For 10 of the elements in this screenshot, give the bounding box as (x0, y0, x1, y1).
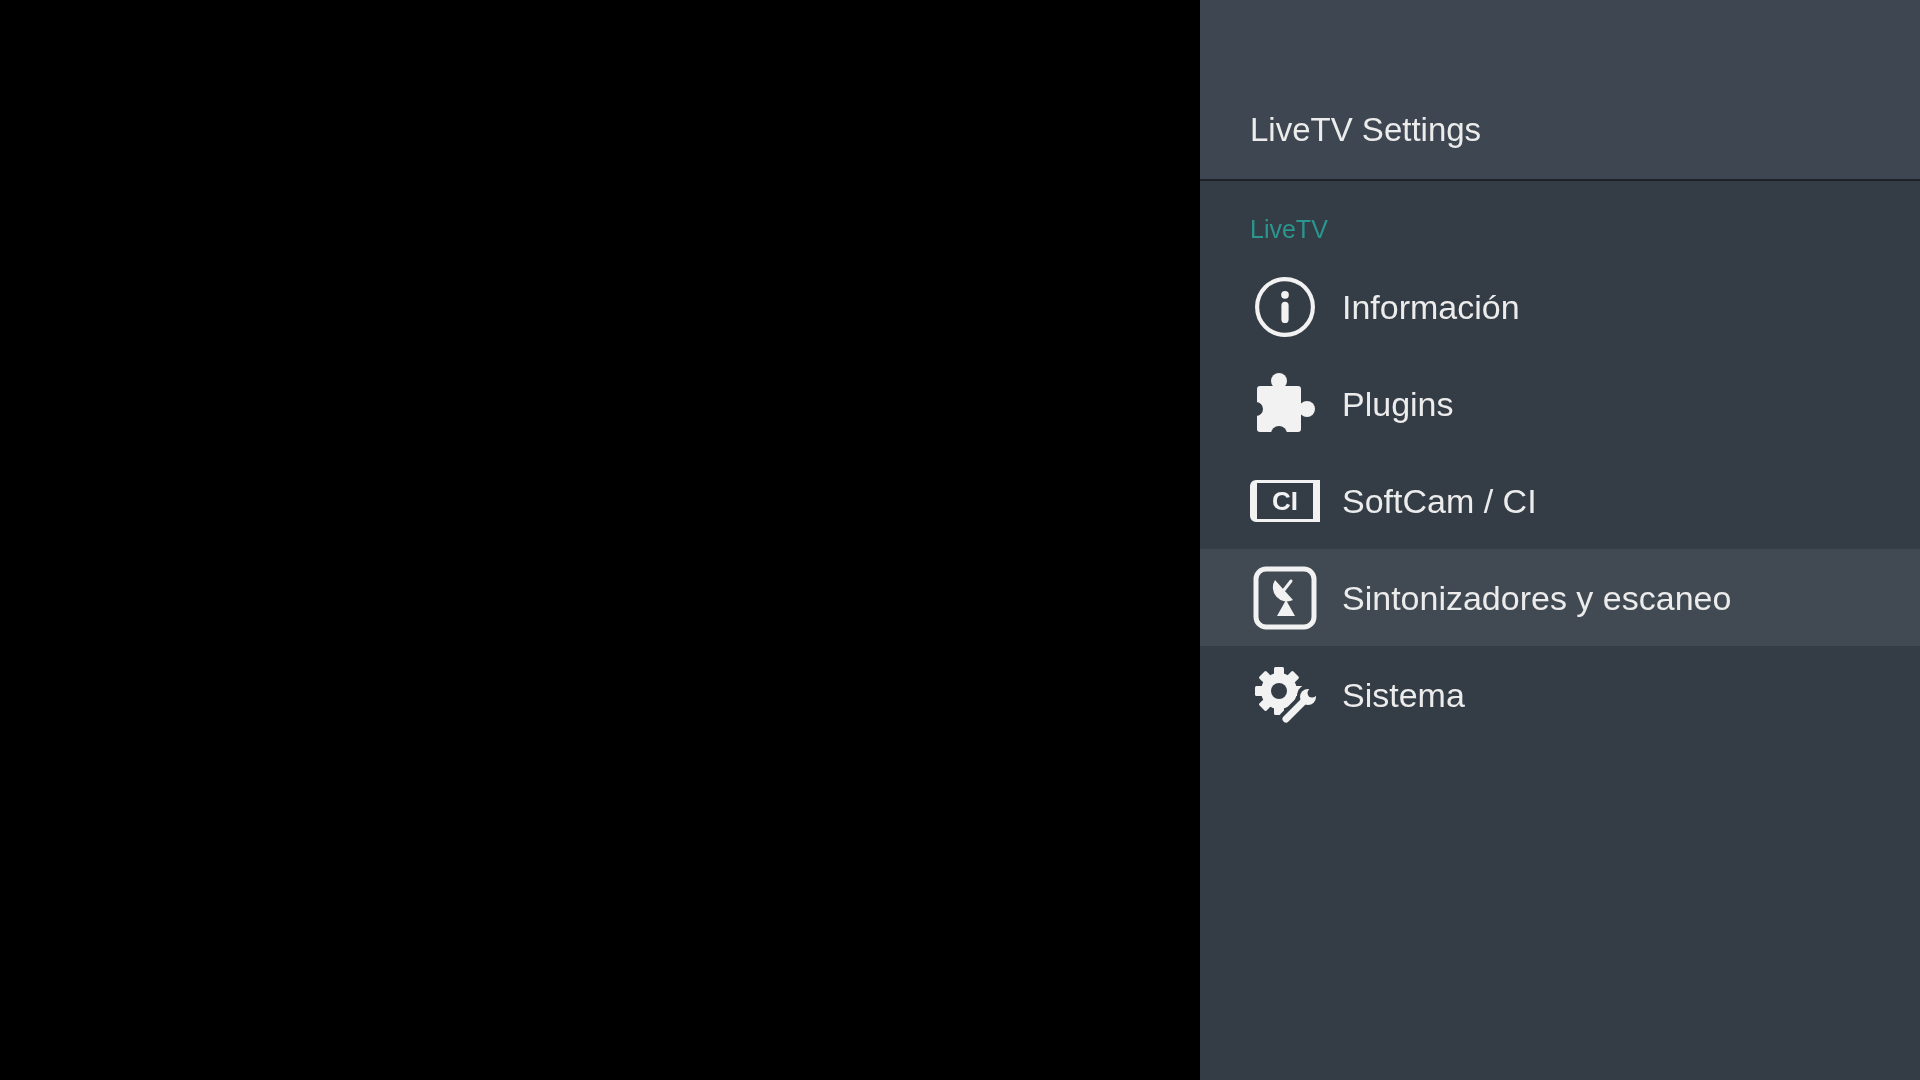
menu-item[interactable]: Información (1200, 258, 1920, 355)
menu-item[interactable]: Sintonizadores y escaneo (1200, 549, 1920, 646)
menu-item[interactable]: Sistema (1200, 646, 1920, 743)
panel-title: LiveTV Settings (1250, 110, 1482, 150)
ci-card-icon: CI (1250, 479, 1320, 522)
satellite-dish-icon (1253, 565, 1317, 630)
section-heading: LiveTV (1250, 215, 1328, 243)
info-icon (1254, 275, 1316, 338)
menu-item[interactable]: Plugins (1200, 355, 1920, 452)
menu-item[interactable]: CI SoftCam / CI (1200, 452, 1920, 549)
